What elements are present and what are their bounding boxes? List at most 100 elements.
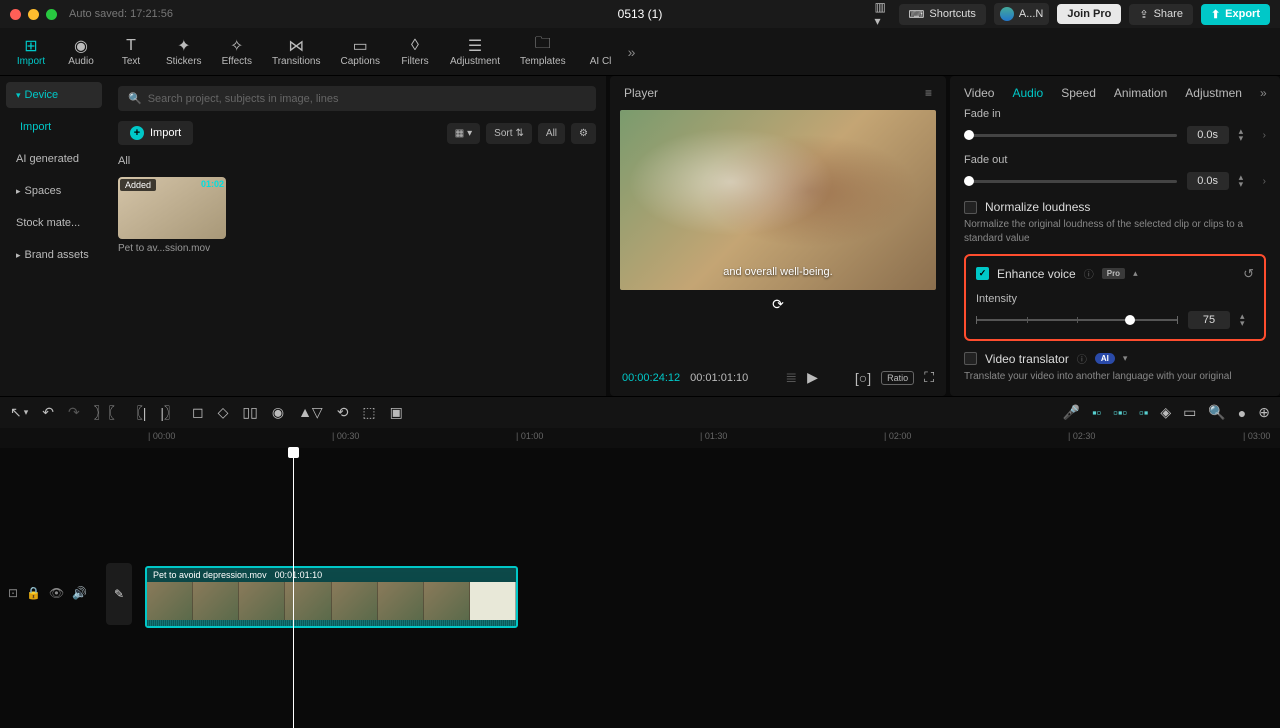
fade-in-stepper[interactable]: ▴▾ <box>1239 128 1253 142</box>
timeline-ruler[interactable]: | 00:00 | 00:30 | 01:00 | 01:30 | 02:00 … <box>0 428 1280 448</box>
join-pro-button[interactable]: Join Pro <box>1057 4 1121 24</box>
split-right-tool[interactable]: |〗 <box>160 403 178 423</box>
intensity-stepper[interactable]: ▴▾ <box>1240 313 1254 327</box>
timeline-clip[interactable]: Pet to avoid depression.mov 00:01:01:10 <box>145 566 518 628</box>
record-tool[interactable]: ◉ <box>272 404 284 421</box>
tab-stickers[interactable]: ✦Stickers <box>156 33 212 71</box>
sidebar-item-brand[interactable]: ▸Brand assets <box>6 242 102 268</box>
snap-tool-3[interactable]: ▫▪ <box>1139 405 1148 420</box>
pointer-tool[interactable]: ↖ ▾ <box>10 404 28 421</box>
prop-tab-video[interactable]: Video <box>964 86 994 100</box>
sync-icon[interactable]: ⟳ <box>772 296 784 312</box>
magnet-icon[interactable]: ● <box>1238 405 1246 421</box>
tab-effects[interactable]: ✧Effects <box>212 33 262 71</box>
tab-text[interactable]: TText <box>106 33 156 71</box>
prop-tab-audio[interactable]: Audio <box>1012 86 1043 100</box>
translator-checkbox[interactable] <box>964 352 977 365</box>
resize-tool[interactable]: ⬚ <box>362 404 375 421</box>
player-preview[interactable]: and overall well-being. <box>620 110 936 290</box>
frame-tool[interactable]: ▣ <box>390 404 403 421</box>
reset-icon[interactable]: ↺ <box>1243 266 1254 282</box>
copy-tool[interactable]: ▯▯ <box>242 404 257 421</box>
minimize-window-icon[interactable] <box>28 9 39 20</box>
view-mode-button[interactable]: ▦ ▾ <box>447 123 480 144</box>
export-button[interactable]: ⬆Export <box>1201 4 1270 25</box>
rotate-tool[interactable]: ⟲ <box>337 404 349 421</box>
tabs-overflow-icon[interactable]: » <box>628 44 636 60</box>
shortcuts-button[interactable]: ⌨Shortcuts <box>899 4 986 25</box>
fade-out-value[interactable]: 0.0s <box>1187 172 1229 190</box>
prop-tabs-overflow-icon[interactable]: » <box>1260 86 1267 100</box>
tab-adjustment[interactable]: ☰Adjustment <box>440 33 510 71</box>
tab-import[interactable]: ⊞Import <box>6 33 56 71</box>
layout-icon[interactable]: ▥ ▾ <box>875 6 891 22</box>
focus-icon[interactable]: [○] <box>855 370 871 386</box>
marker-tool[interactable]: ◇ <box>218 404 229 421</box>
fade-in-slider[interactable] <box>964 134 1177 137</box>
ratio-button[interactable]: Ratio <box>881 371 914 385</box>
chevron-up-icon[interactable]: ▴ <box>1133 268 1138 279</box>
play-button[interactable]: ▶ <box>807 369 818 386</box>
sidebar-item-device[interactable]: ▾Device <box>6 82 102 108</box>
fade-out-stepper[interactable]: ▴▾ <box>1239 174 1253 188</box>
fullscreen-icon[interactable]: ⛶ <box>924 369 934 386</box>
sidebar-item-import[interactable]: Import <box>6 114 102 140</box>
tab-filters[interactable]: ◊Filters <box>390 33 440 71</box>
tab-transitions[interactable]: ⋈Transitions <box>262 33 331 71</box>
import-media-button[interactable]: +Import <box>118 121 193 145</box>
user-button[interactable]: A...N <box>994 3 1049 25</box>
intensity-value[interactable]: 75 <box>1188 311 1230 329</box>
prop-tab-adjustment[interactable]: Adjustmen <box>1185 86 1242 100</box>
timeline[interactable]: ⊡ 🔒 👁 🔊 ✎ Pet to avoid depression.mov 00… <box>0 448 1280 717</box>
sidebar-item-spaces[interactable]: ▸Spaces <box>6 178 102 204</box>
normalize-checkbox[interactable] <box>964 201 977 214</box>
split-tool[interactable]: 〗〖 <box>94 403 115 423</box>
snap-tool-1[interactable]: ▪▫ <box>1092 405 1101 420</box>
list-icon[interactable]: ≣ <box>785 369 797 386</box>
prop-tab-animation[interactable]: Animation <box>1114 86 1167 100</box>
playhead[interactable] <box>293 448 294 728</box>
share-button[interactable]: ⇪Share <box>1129 4 1193 25</box>
filter-button[interactable]: ⚙ <box>571 123 596 144</box>
fade-out-slider[interactable] <box>964 180 1177 183</box>
chevron-right-icon[interactable]: › <box>1263 130 1266 141</box>
track-edit-button[interactable]: ✎ <box>106 563 132 625</box>
undo-button[interactable]: ↶ <box>42 404 54 421</box>
normalize-label: Normalize loudness <box>985 200 1090 214</box>
info-icon[interactable]: ⓘ <box>1084 266 1094 281</box>
mirror-tool[interactable]: ▲▽ <box>298 404 323 421</box>
zoom-in-icon[interactable]: ⊕ <box>1258 404 1270 421</box>
tab-templates[interactable]: 🗀Templates <box>510 33 576 71</box>
chevron-right-icon[interactable]: › <box>1263 176 1266 187</box>
split-left-tool[interactable]: 〖| <box>129 403 147 423</box>
align-tool[interactable]: ◈ <box>1160 404 1171 421</box>
media-clip[interactable]: Added 01:02 Pet to av...ssion.mov <box>118 177 226 254</box>
track-link-icon[interactable]: ⊡ <box>8 586 18 600</box>
enhance-voice-checkbox[interactable] <box>976 267 989 280</box>
sidebar-item-stock[interactable]: Stock mate... <box>6 210 102 236</box>
prop-tab-speed[interactable]: Speed <box>1061 86 1096 100</box>
redo-button[interactable]: ↷ <box>68 404 80 421</box>
chevron-down-icon[interactable]: ▾ <box>1123 353 1128 364</box>
search-input[interactable]: 🔍Search project, subjects in image, line… <box>118 86 596 111</box>
track-visibility-icon[interactable]: 👁 <box>49 586 64 600</box>
info-icon[interactable]: ⓘ <box>1077 351 1087 366</box>
track-mute-icon[interactable]: 🔊 <box>72 586 87 600</box>
sidebar-item-aigen[interactable]: AI generated <box>6 146 102 172</box>
tab-captions[interactable]: ▭Captions <box>331 33 390 71</box>
track-lock-icon[interactable]: 🔒 <box>26 586 41 600</box>
filter-all-button[interactable]: All <box>538 123 565 144</box>
crop-tool[interactable]: ◻ <box>192 404 204 421</box>
intensity-slider[interactable] <box>976 319 1178 321</box>
tab-audio[interactable]: ◉Audio <box>56 33 106 71</box>
sort-button[interactable]: Sort ⇅ <box>486 123 532 144</box>
tab-ai[interactable]: AI Cl <box>576 33 626 71</box>
preview-tool[interactable]: ▭ <box>1183 404 1196 421</box>
zoom-tool[interactable]: 🔍 <box>1208 404 1225 421</box>
snap-tool-2[interactable]: ▫▪▫ <box>1113 405 1127 420</box>
player-menu-icon[interactable]: ≡ <box>925 86 932 100</box>
maximize-window-icon[interactable] <box>46 9 57 20</box>
mic-icon[interactable]: 🎤 <box>1063 404 1080 421</box>
close-window-icon[interactable] <box>10 9 21 20</box>
fade-in-value[interactable]: 0.0s <box>1187 126 1229 144</box>
